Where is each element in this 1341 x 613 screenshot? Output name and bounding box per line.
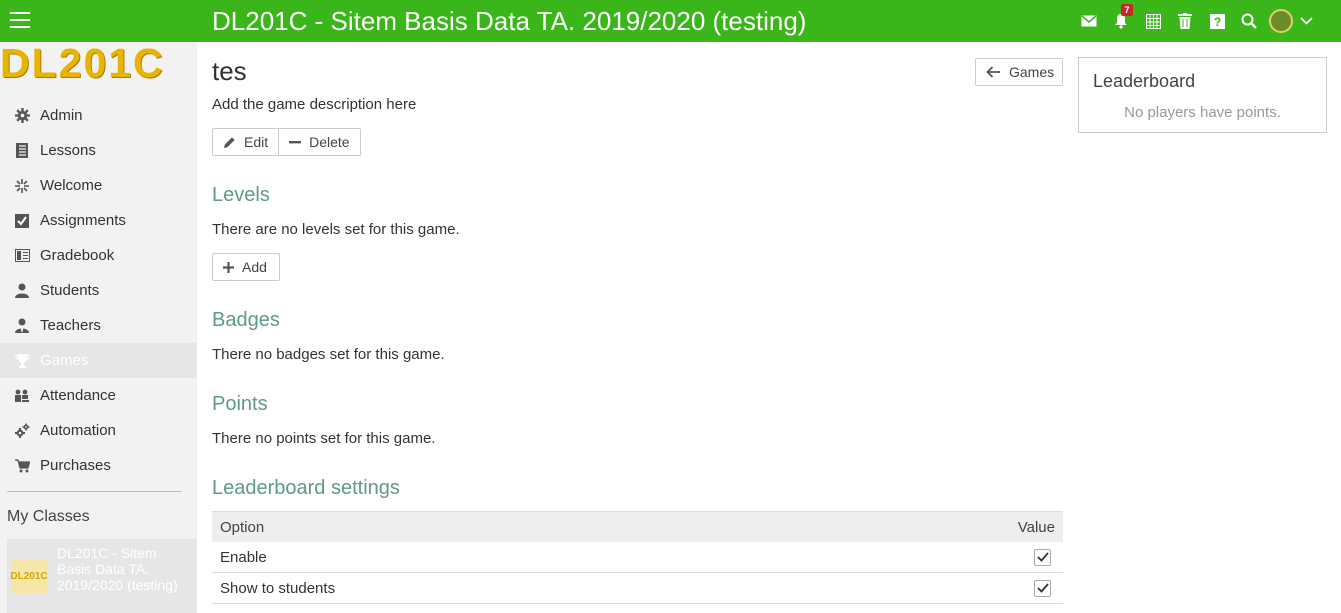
sidebar-item-students[interactable]: Students bbox=[0, 273, 197, 308]
badges-heading: Badges bbox=[212, 309, 280, 331]
trophy-icon bbox=[14, 353, 30, 369]
sidebar-item-automation[interactable]: Automation bbox=[0, 413, 197, 448]
sidebar-item-games[interactable]: Games bbox=[0, 343, 197, 378]
gear-icon bbox=[14, 108, 30, 124]
sidebar-item-label: Attendance bbox=[40, 387, 116, 404]
leaderboard-panel: Leaderboard No players have points. bbox=[1078, 57, 1327, 133]
sidebar-item-gradebook[interactable]: Gradebook bbox=[0, 238, 197, 273]
leaderboard-settings-heading: Leaderboard settings bbox=[212, 477, 400, 499]
top-toolbar: 7 ? bbox=[1073, 4, 1319, 34]
sidebar-item-label: Lessons bbox=[40, 142, 96, 159]
levels-heading: Levels bbox=[212, 184, 270, 206]
notification-count-badge: 7 bbox=[1121, 4, 1133, 16]
app-title: DL201C - Sitem Basis Data TA. 2019/2020 … bbox=[212, 6, 807, 36]
sidebar-item-assignments[interactable]: Assignments bbox=[0, 203, 197, 238]
top-bar: DL201C - Sitem Basis Data TA. 2019/2020 … bbox=[0, 0, 1341, 42]
option-label: Enable bbox=[220, 548, 267, 566]
notifications-bell-icon[interactable]: 7 bbox=[1105, 4, 1137, 34]
enable-checkbox[interactable] bbox=[1034, 548, 1051, 566]
sidebar-item-teachers[interactable]: Teachers bbox=[0, 308, 197, 343]
column-header-value: Value bbox=[1017, 518, 1055, 536]
svg-text:?: ? bbox=[1213, 15, 1220, 29]
sidebar-item-label: Automation bbox=[40, 422, 116, 439]
teacher-icon bbox=[14, 318, 30, 334]
person-icon bbox=[14, 283, 30, 299]
points-heading: Points bbox=[212, 393, 268, 415]
sidebar-item-label: Gradebook bbox=[40, 247, 115, 264]
sidebar-item-attendance[interactable]: Attendance bbox=[0, 378, 197, 413]
checkbox-icon bbox=[14, 213, 30, 229]
leaderboard-empty-text: No players have points. bbox=[1124, 104, 1281, 121]
pencil-icon bbox=[223, 136, 236, 149]
sidebar-divider bbox=[7, 491, 182, 492]
edit-delete-button-group: Edit Delete bbox=[212, 128, 361, 156]
course-logo[interactable]: DL201C bbox=[0, 42, 197, 86]
sparkle-icon bbox=[14, 178, 30, 194]
gears-icon bbox=[14, 423, 30, 439]
sidebar-item-purchases[interactable]: Purchases bbox=[0, 448, 197, 483]
sidebar-item-lessons[interactable]: Lessons bbox=[0, 133, 197, 168]
leaderboard-title: Leaderboard bbox=[1093, 71, 1196, 91]
table-row: Enable bbox=[212, 542, 1063, 573]
sidebar-item-label: Admin bbox=[40, 107, 83, 124]
search-icon[interactable] bbox=[1233, 8, 1265, 34]
calendar-icon[interactable] bbox=[1137, 8, 1169, 34]
sidebar: DL201C Admin Lessons Welcome Assignments… bbox=[0, 42, 197, 613]
game-description: Add the game description here bbox=[212, 96, 417, 113]
class-list-item[interactable]: DL201C DL201C - Sitem Basis Data TA. 201… bbox=[7, 539, 197, 613]
option-label: Show to students bbox=[220, 579, 336, 597]
notebook-icon bbox=[14, 143, 30, 159]
sidebar-nav: Admin Lessons Welcome Assignments Gradeb… bbox=[0, 98, 197, 483]
minus-icon bbox=[289, 136, 302, 148]
back-to-games-button[interactable]: Games bbox=[975, 58, 1063, 86]
levels-empty-text: There are no levels set for this game. bbox=[212, 221, 460, 238]
table-row: Show to students bbox=[212, 573, 1063, 604]
points-empty-text: There no points set for this game. bbox=[212, 430, 436, 447]
column-header-option: Option bbox=[220, 518, 265, 536]
sidebar-item-welcome[interactable]: Welcome bbox=[0, 168, 197, 203]
trash-icon[interactable] bbox=[1169, 8, 1201, 34]
plus-icon bbox=[223, 261, 234, 273]
game-title: tes bbox=[212, 56, 247, 86]
leaderboard-settings-table: Option Value Enable Show to students bbox=[212, 511, 1063, 604]
hamburger-menu-icon[interactable] bbox=[10, 12, 30, 29]
chevron-down-icon[interactable] bbox=[1293, 8, 1319, 34]
show-to-students-checkbox[interactable] bbox=[1034, 579, 1051, 597]
sidebar-item-label: Students bbox=[40, 282, 100, 299]
main-content: tes Add the game description here Edit D… bbox=[212, 42, 1063, 613]
help-icon[interactable]: ? bbox=[1201, 8, 1233, 34]
mail-icon[interactable] bbox=[1073, 8, 1105, 34]
sidebar-item-label: Teachers bbox=[40, 317, 101, 334]
arrow-left-icon bbox=[986, 66, 1001, 78]
delete-button[interactable]: Delete bbox=[278, 129, 359, 155]
sidebar-item-label: Assignments bbox=[40, 212, 126, 229]
sidebar-item-label: Purchases bbox=[40, 457, 111, 474]
class-name: DL201C - Sitem Basis Data TA. 2019/2020 … bbox=[57, 545, 178, 593]
sidebar-item-admin[interactable]: Admin bbox=[0, 98, 197, 133]
add-level-button[interactable]: Add bbox=[212, 253, 280, 281]
sidebar-item-label: Games bbox=[40, 352, 89, 369]
sidebar-item-label: Welcome bbox=[40, 177, 103, 194]
table-header: Option Value bbox=[212, 511, 1063, 542]
user-avatar[interactable] bbox=[1269, 9, 1293, 33]
edit-button[interactable]: Edit bbox=[213, 129, 278, 155]
badges-empty-text: There no badges set for this game. bbox=[212, 346, 445, 363]
class-logo: DL201C bbox=[10, 559, 48, 593]
my-classes-heading: My Classes bbox=[7, 508, 90, 525]
group-icon bbox=[14, 388, 30, 404]
cart-icon bbox=[14, 458, 30, 474]
gradebook-icon bbox=[14, 248, 30, 264]
